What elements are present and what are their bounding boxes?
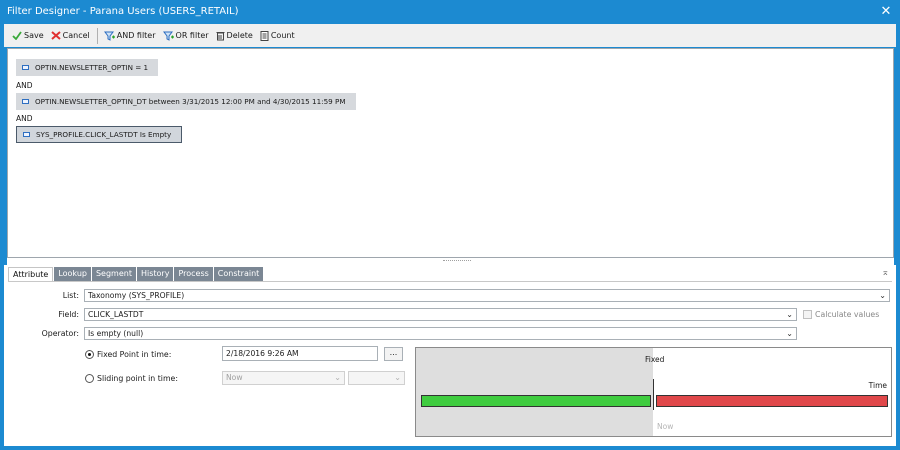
tab-lookup[interactable]: Lookup <box>54 267 91 281</box>
sliding-point-label: Sliding point in time: <box>97 374 178 383</box>
delete-button[interactable]: Delete <box>213 27 256 45</box>
operator-value: Is empty (null) <box>88 329 144 338</box>
or-filter-label: OR filter <box>175 31 209 40</box>
and-filter-label: AND filter <box>116 31 156 40</box>
trash-icon <box>216 31 225 40</box>
fixed-point-value: 2/18/2016 9:26 AM <box>226 349 299 358</box>
list-dropdown[interactable]: Taxonomy (SYS_PROFILE) ⌄ <box>84 289 890 302</box>
operator-field-label: Operator: <box>41 329 79 338</box>
check-icon <box>12 31 22 40</box>
chevron-down-icon: ⌄ <box>394 373 401 382</box>
timeline-fixed-label: Fixed <box>645 355 665 364</box>
calculate-values-label: Calculate values <box>815 310 880 319</box>
chevron-down-icon: ⌄ <box>786 310 793 319</box>
condition-text: SYS_PROFILE.CLICK_LASTDT Is Empty <box>36 130 172 139</box>
condition-icon <box>22 65 29 70</box>
chevron-down-icon: ⌄ <box>334 373 341 382</box>
funnel-plus-icon <box>103 31 115 41</box>
condition-icon <box>23 132 30 137</box>
condition-icon <box>22 99 29 104</box>
chevron-down-icon: ⌄ <box>786 329 793 338</box>
save-label: Save <box>24 31 44 40</box>
field-dropdown[interactable]: CLICK_LASTDT ⌄ <box>84 308 797 321</box>
date-picker-button[interactable]: ... <box>384 347 403 361</box>
operator-label: AND <box>16 114 33 123</box>
filter-condition[interactable]: OPTIN.NEWSLETTER_OPTIN = 1 <box>16 59 159 76</box>
count-button[interactable]: Count <box>257 27 298 45</box>
tab-strip: Attribute Lookup Segment History Process… <box>8 267 264 281</box>
operator-label: AND <box>16 81 33 90</box>
field-label: Field: <box>58 310 79 319</box>
list-value: Taxonomy (SYS_PROFILE) <box>88 291 185 300</box>
tab-segment[interactable]: Segment <box>91 267 136 281</box>
collapse-icon[interactable]: ⌅ <box>881 268 889 278</box>
sliding-point-radio[interactable] <box>85 374 94 383</box>
sliding-offset-dropdown[interactable]: ⌄ <box>348 371 405 385</box>
filter-condition-selected[interactable]: SYS_PROFILE.CLICK_LASTDT Is Empty <box>16 126 183 143</box>
filter-condition[interactable]: OPTIN.NEWSLETTER_OPTIN_DT between 3/31/2… <box>16 93 356 110</box>
close-icon[interactable]: ✕ <box>879 0 893 24</box>
timeline-bar-before <box>421 395 651 407</box>
sliding-point-dropdown[interactable]: Now ⌄ <box>222 371 345 385</box>
fixed-point-input[interactable]: 2/18/2016 9:26 AM <box>222 346 378 361</box>
toolbar: Save Cancel AND filter OR filter Delete … <box>4 24 896 47</box>
cancel-x-icon <box>50 31 61 40</box>
filter-designer-window: Filter Designer - Parana Users (USERS_RE… <box>0 0 900 450</box>
fixed-point-radio[interactable] <box>85 350 94 359</box>
timeline-bar-after <box>656 395 888 407</box>
funnel-plus-icon <box>162 31 174 41</box>
window-bottom-border <box>0 446 900 450</box>
chevron-down-icon: ⌄ <box>879 291 886 300</box>
operator-dropdown[interactable]: Is empty (null) ⌄ <box>84 327 797 340</box>
cancel-label: Cancel <box>62 31 90 40</box>
title-bar[interactable]: Filter Designer - Parana Users (USERS_RE… <box>0 0 900 24</box>
sliding-value: Now <box>226 373 243 382</box>
calculate-values-checkbox[interactable] <box>803 310 812 319</box>
splitter-grip[interactable] <box>443 260 471 263</box>
tab-constraint[interactable]: Constraint <box>213 267 264 281</box>
condition-text: OPTIN.NEWSLETTER_OPTIN = 1 <box>35 63 149 72</box>
timeline-time-label: Time <box>868 381 887 390</box>
timeline-panel: Fixed Time Now <box>415 347 892 437</box>
count-label: Count <box>270 31 295 40</box>
delete-label: Delete <box>226 31 253 40</box>
toolbar-separator <box>96 27 98 44</box>
filter-canvas[interactable]: OPTIN.NEWSLETTER_OPTIN = 1 AND OPTIN.NEW… <box>7 48 894 258</box>
tabs-divider <box>8 281 892 282</box>
tab-attribute[interactable]: Attribute <box>8 267 54 281</box>
field-value: CLICK_LASTDT <box>88 310 144 319</box>
fixed-point-label: Fixed Point in time: <box>97 350 172 359</box>
or-filter-button[interactable]: OR filter <box>160 27 212 45</box>
tab-process[interactable]: Process <box>174 267 213 281</box>
tab-history[interactable]: History <box>136 267 174 281</box>
timeline-now-label: Now <box>657 422 674 431</box>
timeline-marker <box>653 379 654 410</box>
condition-text: OPTIN.NEWSLETTER_OPTIN_DT between 3/31/2… <box>35 97 346 106</box>
and-filter-button[interactable]: AND filter <box>101 27 159 45</box>
window-title: Filter Designer - Parana Users (USERS_RE… <box>7 6 239 17</box>
cancel-button[interactable]: Cancel <box>48 27 93 45</box>
list-label: List: <box>62 291 79 300</box>
timeline-past-area <box>416 348 653 436</box>
document-icon <box>260 30 269 41</box>
save-button[interactable]: Save <box>9 27 47 45</box>
